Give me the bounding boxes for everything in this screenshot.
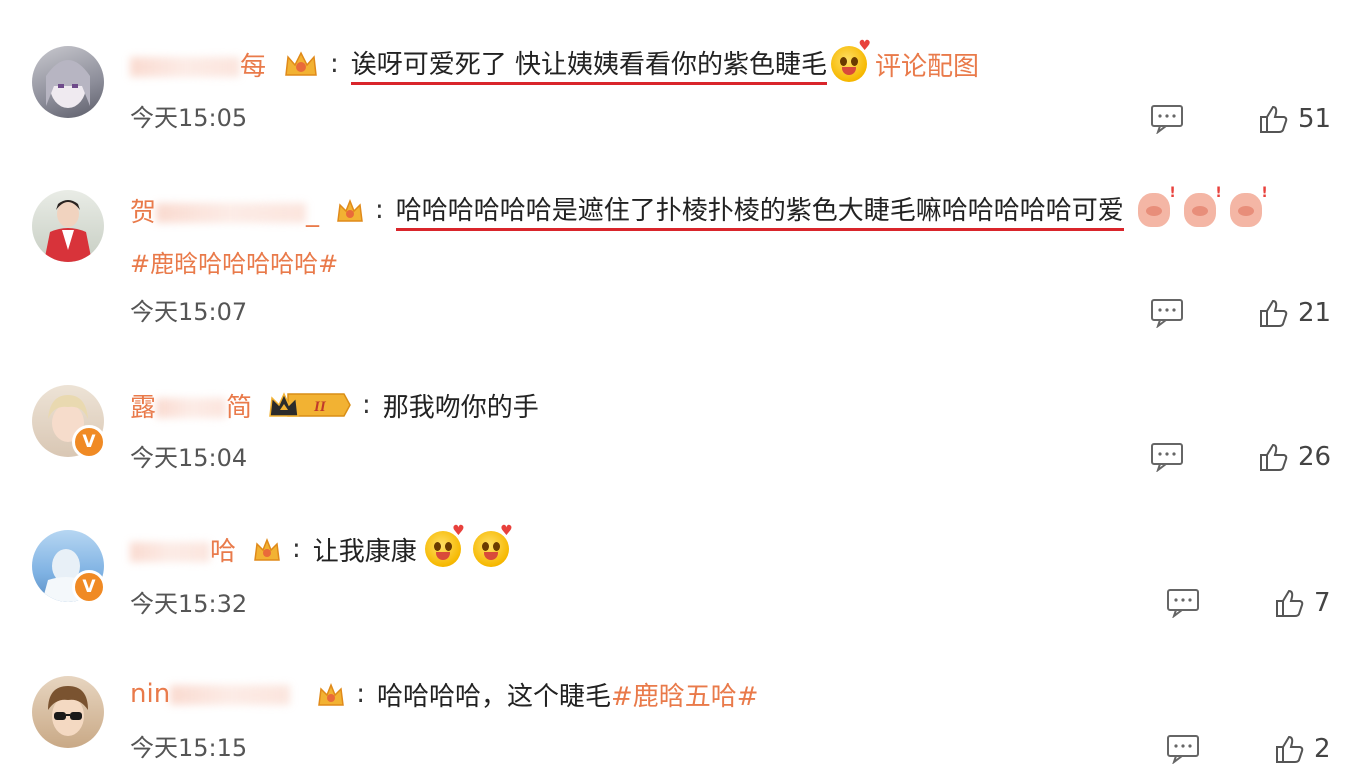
comment-text: 哈哈哈哈，这个睫毛 (376, 681, 611, 712)
like-button[interactable]: 21 (1258, 298, 1331, 328)
verified-badge-icon: V (72, 570, 106, 604)
like-button[interactable]: 2 (1274, 734, 1331, 764)
avatar[interactable] (32, 676, 104, 748)
thumbs-up-icon (1276, 589, 1304, 617)
like-count: 2 (1314, 734, 1331, 764)
verified-badge-icon: V (72, 425, 106, 459)
smile-emoji-icon: ♥ (472, 523, 513, 567)
comment-text: 诶呀可爱死了 快让姨姨看看你的紫色睫毛 (350, 44, 828, 85)
reply-icon[interactable] (1150, 442, 1184, 476)
like-button[interactable]: 7 (1274, 588, 1331, 618)
like-count: 7 (1314, 588, 1331, 618)
like-count: 51 (1298, 104, 1332, 134)
svg-text:II: II (313, 399, 327, 415)
thumbs-up-icon (1260, 105, 1288, 133)
crown-badge-icon (282, 49, 320, 79)
comment-time: 今天15:15 (130, 734, 248, 762)
like-button[interactable]: 51 (1258, 104, 1331, 134)
reply-icon[interactable] (1166, 588, 1200, 622)
avatar[interactable] (32, 46, 104, 118)
comment-text: 哈哈哈哈哈哈是遮住了扑棱扑棱的紫色大睫毛嘛哈哈哈哈哈可爱 (395, 190, 1124, 231)
username[interactable]: 每 (130, 46, 266, 83)
vip-badge-icon (252, 534, 282, 564)
comment-time: 今天15:04 (130, 444, 248, 472)
reply-icon[interactable] (1150, 298, 1184, 332)
comment-time: 今天15:07 (130, 298, 248, 326)
avatar[interactable]: V (32, 530, 106, 604)
comment-text: 那我吻你的手 (382, 392, 539, 423)
like-count: 21 (1298, 298, 1332, 328)
reply-icon[interactable] (1166, 734, 1200, 768)
hashtag-link[interactable]: #鹿晗五哈# (611, 676, 759, 713)
pig-emoji-icon: ! (1229, 185, 1268, 227)
username[interactable]: 哈 (130, 531, 236, 568)
avatar-illustration (48, 686, 88, 736)
avatar-illustration (44, 200, 92, 262)
hashtag-link[interactable]: #鹿晗哈哈哈哈哈# (130, 244, 338, 279)
comment-line: 露简 II : 那我吻你的手 (130, 385, 539, 425)
vip-badge-icon (335, 195, 365, 225)
pig-emoji-icon: ! (1137, 185, 1176, 227)
username[interactable]: 贺 _ (130, 192, 319, 229)
membership-level-badge: II (268, 390, 352, 420)
smile-emoji-icon: ♥ (831, 38, 871, 82)
like-count: 26 (1298, 442, 1332, 472)
like-button[interactable]: 26 (1258, 442, 1331, 472)
avatar[interactable] (32, 190, 104, 262)
thumbs-up-icon (1260, 443, 1288, 471)
pig-emoji-icon: ! (1183, 185, 1222, 227)
comment-line: 哈 : 让我康康 ♥ ♥ (130, 523, 513, 569)
vip-badge-icon (316, 679, 346, 709)
avatar-illustration (46, 60, 90, 108)
comment-time: 今天15:32 (130, 590, 248, 618)
comment-time: 今天15:05 (130, 104, 248, 132)
smile-emoji-icon: ♥ (424, 523, 465, 567)
comment-text: 让我康康 (312, 536, 417, 567)
username[interactable]: nin (130, 679, 291, 709)
avatar[interactable]: V (32, 385, 106, 459)
reply-icon[interactable] (1150, 104, 1184, 138)
comment-image-link[interactable]: 评论配图 (875, 46, 979, 83)
comment-line: 贺 _ : 哈哈哈哈哈哈是遮住了扑棱扑棱的紫色大睫毛嘛哈哈哈哈哈可爱 ! ! ! (130, 185, 1268, 231)
thumbs-up-icon (1260, 299, 1288, 327)
comment-line: nin : 哈哈哈哈，这个睫毛 #鹿晗五哈# (130, 674, 759, 714)
comment-line: 每 : 诶呀可爱死了 快让姨姨看看你的紫色睫毛 ♥ 评论配图 (130, 38, 979, 85)
username[interactable]: 露简 (130, 387, 252, 424)
thumbs-up-icon (1276, 735, 1304, 763)
